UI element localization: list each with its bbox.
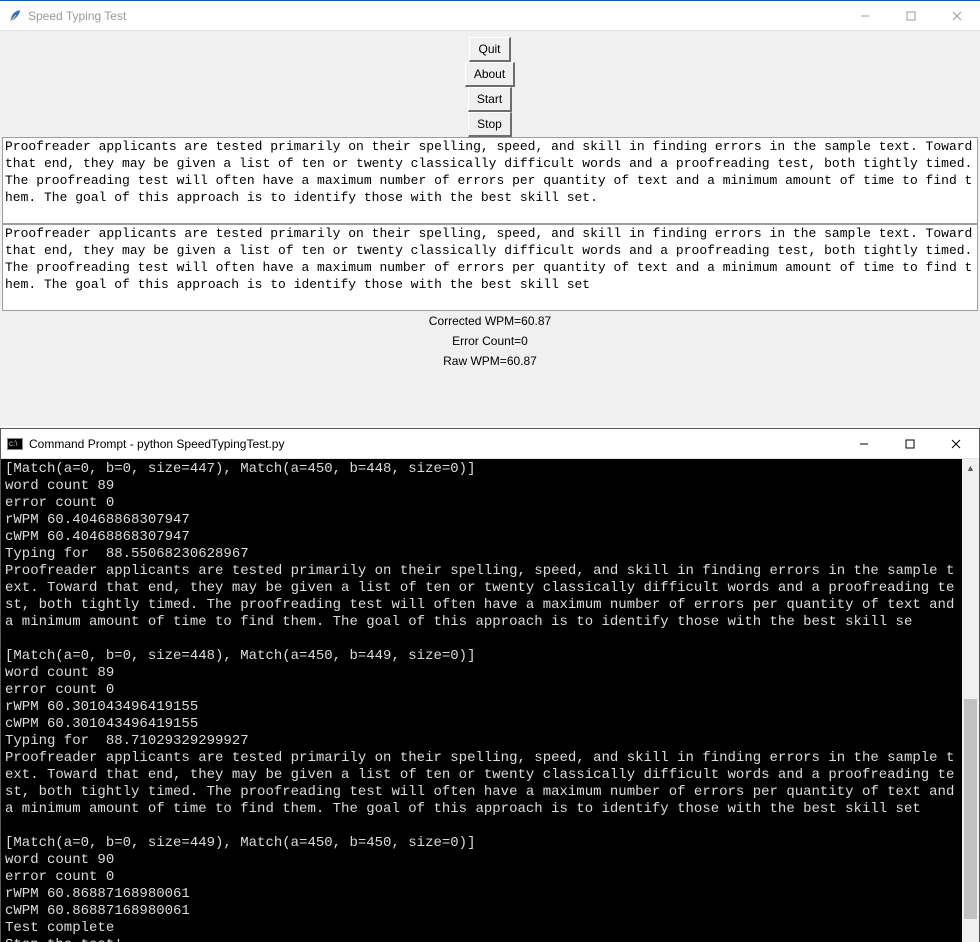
close-button[interactable] bbox=[934, 1, 980, 31]
raw-wpm-label: Raw WPM=60.87 bbox=[0, 351, 980, 371]
feather-icon bbox=[8, 9, 22, 23]
stop-button[interactable]: Stop bbox=[468, 112, 512, 137]
cmd-window: c:\ Command Prompt - python SpeedTypingT… bbox=[0, 428, 980, 942]
cmd-window-title: Command Prompt - python SpeedTypingTest.… bbox=[29, 437, 284, 451]
about-button[interactable]: About bbox=[465, 62, 515, 87]
tk-window: Speed Typing Test Quit About Start Stop bbox=[0, 0, 980, 426]
cmd-scrollbar[interactable]: ▲ ▼ bbox=[962, 459, 979, 942]
tk-body: Quit About Start Stop Proofreader applic… bbox=[0, 31, 980, 371]
tk-titlebar[interactable]: Speed Typing Test bbox=[0, 1, 980, 31]
button-column: Quit About Start Stop bbox=[0, 37, 980, 137]
minimize-button[interactable] bbox=[842, 1, 888, 31]
cmd-icon: c:\ bbox=[7, 438, 23, 450]
start-button[interactable]: Start bbox=[468, 87, 512, 112]
corrected-wpm-label: Corrected WPM=60.87 bbox=[0, 311, 980, 331]
sample-text-box[interactable]: Proofreader applicants are tested primar… bbox=[2, 137, 978, 224]
cmd-titlebar[interactable]: c:\ Command Prompt - python SpeedTypingT… bbox=[1, 429, 979, 459]
maximize-button[interactable] bbox=[888, 1, 934, 31]
cmd-output[interactable]: [Match(a=0, b=0, size=447), Match(a=450,… bbox=[1, 459, 962, 942]
cmd-minimize-button[interactable] bbox=[841, 429, 887, 459]
quit-button[interactable]: Quit bbox=[469, 37, 510, 62]
error-count-label: Error Count=0 bbox=[0, 331, 980, 351]
scroll-up-icon[interactable]: ▲ bbox=[962, 459, 979, 476]
typing-input-box[interactable]: Proofreader applicants are tested primar… bbox=[2, 224, 978, 311]
cmd-maximize-button[interactable] bbox=[887, 429, 933, 459]
cmd-close-button[interactable] bbox=[933, 429, 979, 459]
tk-window-title: Speed Typing Test bbox=[28, 9, 126, 23]
scroll-thumb[interactable] bbox=[964, 699, 977, 919]
